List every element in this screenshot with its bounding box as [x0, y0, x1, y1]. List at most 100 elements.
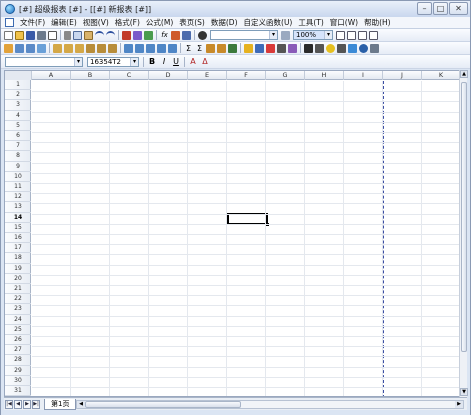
row-header[interactable]: 5 [5, 121, 31, 131]
row-header[interactable]: 17 [5, 243, 31, 254]
merge-cells-icon[interactable] [37, 43, 46, 53]
chevron-down-icon[interactable] [277, 43, 286, 53]
align-left-icon[interactable] [53, 43, 62, 53]
column-header[interactable]: K [422, 71, 461, 80]
horizontal-scrollbar[interactable]: ◀ ▶ [76, 400, 464, 409]
insert-image-icon[interactable] [304, 43, 313, 53]
row-header[interactable]: 24 [5, 315, 31, 325]
row-header[interactable]: 2 [5, 90, 31, 101]
column-header[interactable]: H [305, 71, 344, 80]
grid-view-icon[interactable] [347, 30, 356, 40]
column-header[interactable]: C [110, 71, 149, 80]
row-header[interactable]: 21 [5, 284, 31, 295]
align-top-icon[interactable] [86, 43, 95, 53]
document-icon[interactable] [5, 18, 14, 27]
row-header[interactable]: 19 [5, 264, 31, 274]
spreadsheet-grid[interactable]: A B C D E F G H I J K 1 2 3 4 5 6 7 8 9 10 11 12 13 1… [4, 70, 467, 397]
undo-icon[interactable] [95, 30, 104, 40]
row-header[interactable]: 10 [5, 172, 31, 182]
filter-icon[interactable] [4, 43, 13, 53]
zoom-combo[interactable]: 100% ▾ [293, 30, 333, 40]
menu-sheet[interactable]: 表页(S) [176, 17, 208, 28]
menu-window[interactable]: 窗口(W) [327, 17, 361, 28]
page-view-icon[interactable] [336, 30, 345, 40]
align-right-icon[interactable] [75, 43, 84, 53]
pen-icon[interactable] [288, 43, 297, 53]
row-header[interactable]: 23 [5, 304, 31, 315]
last-sheet-button[interactable]: ▶| [32, 399, 40, 409]
column-header[interactable]: F [227, 71, 266, 80]
row-header[interactable]: 26 [5, 335, 31, 346]
scroll-left-button[interactable]: ◀ [77, 401, 85, 408]
save-icon[interactable] [26, 30, 35, 40]
lock-icon[interactable] [244, 43, 253, 53]
column-header[interactable]: A [32, 71, 71, 80]
bold-button[interactable]: B [147, 57, 157, 66]
cell-grid[interactable] [32, 81, 466, 396]
print-icon[interactable] [37, 30, 46, 40]
row-header[interactable]: 12 [5, 192, 31, 203]
chart-icon[interactable] [144, 30, 153, 40]
chart-type-icon[interactable] [348, 43, 357, 53]
maximize-button[interactable]: □ [433, 2, 448, 15]
border-none-icon[interactable] [157, 43, 166, 53]
chevron-down-icon[interactable]: ▾ [74, 57, 82, 66]
row-header[interactable]: 27 [5, 345, 31, 356]
menu-help[interactable]: 帮助(H) [361, 17, 394, 28]
subtotal-icon[interactable]: Σ [195, 44, 204, 53]
function-icon[interactable]: fx [160, 31, 169, 40]
paste-icon[interactable] [84, 30, 93, 40]
sort-asc-icon[interactable] [206, 43, 215, 53]
column-header[interactable]: E [188, 71, 227, 80]
menu-view[interactable]: 视图(V) [80, 17, 112, 28]
scroll-right-button[interactable]: ▶ [455, 401, 463, 408]
row-header[interactable]: 1 [5, 80, 31, 91]
column-header[interactable]: B [71, 71, 110, 80]
zoom-icon[interactable] [281, 30, 290, 40]
column-header[interactable]: D [149, 71, 188, 80]
row-header[interactable]: 7 [5, 141, 31, 152]
open-folder-icon[interactable] [15, 30, 24, 40]
next-sheet-button[interactable]: ▶ [23, 399, 31, 409]
prev-sheet-button[interactable]: ◀ [14, 399, 22, 409]
row-header[interactable]: 31 [5, 386, 31, 396]
row-header[interactable]: 16 [5, 233, 31, 244]
insert-column-icon[interactable] [26, 43, 35, 53]
font-size-combo[interactable]: 16354T2 ▾ [87, 56, 139, 67]
find-icon[interactable] [198, 30, 207, 40]
border-inner-icon[interactable] [146, 43, 155, 53]
menu-data[interactable]: 数据(D) [208, 17, 241, 28]
link-icon[interactable] [255, 43, 264, 53]
settings-icon[interactable] [370, 43, 379, 53]
formula-edit-icon[interactable] [171, 30, 180, 40]
row-header[interactable]: 13 [5, 202, 31, 213]
row-header[interactable]: 15 [5, 223, 31, 233]
row-header[interactable]: 9 [5, 162, 31, 172]
row-header[interactable]: 3 [5, 100, 31, 111]
copy-icon[interactable] [73, 30, 82, 40]
vertical-scroll-thumb[interactable] [461, 82, 467, 352]
new-file-icon[interactable] [4, 30, 13, 40]
scroll-down-button[interactable]: ▼ [460, 388, 468, 396]
row-header[interactable]: 25 [5, 325, 31, 335]
delta-button[interactable]: Δ [200, 57, 210, 66]
minimize-button[interactable]: – [417, 2, 432, 15]
print-preview-icon[interactable] [48, 30, 57, 40]
calculate-icon[interactable] [182, 30, 191, 40]
vertical-scrollbar[interactable]: ▲ ▼ [459, 70, 468, 397]
sheet-tab-1[interactable]: 第1页 [44, 398, 77, 410]
row-header[interactable]: 20 [5, 274, 31, 284]
chevron-down-icon[interactable]: ▾ [130, 57, 138, 66]
style-combo[interactable]: ▾ [210, 30, 278, 40]
border-outer-icon[interactable] [135, 43, 144, 53]
close-button[interactable]: ✕ [449, 2, 468, 15]
row-header[interactable]: 6 [5, 131, 31, 142]
chevron-down-icon[interactable]: ▾ [269, 31, 277, 39]
report-icon[interactable] [369, 30, 378, 40]
chevron-down-icon[interactable]: ▾ [324, 31, 332, 39]
menu-formula[interactable]: 公式(M) [143, 17, 176, 28]
row-header[interactable]: 4 [5, 111, 31, 121]
insert-table-icon[interactable] [122, 30, 131, 40]
column-header[interactable]: I [344, 71, 383, 80]
sum-icon[interactable]: Σ [184, 44, 193, 53]
